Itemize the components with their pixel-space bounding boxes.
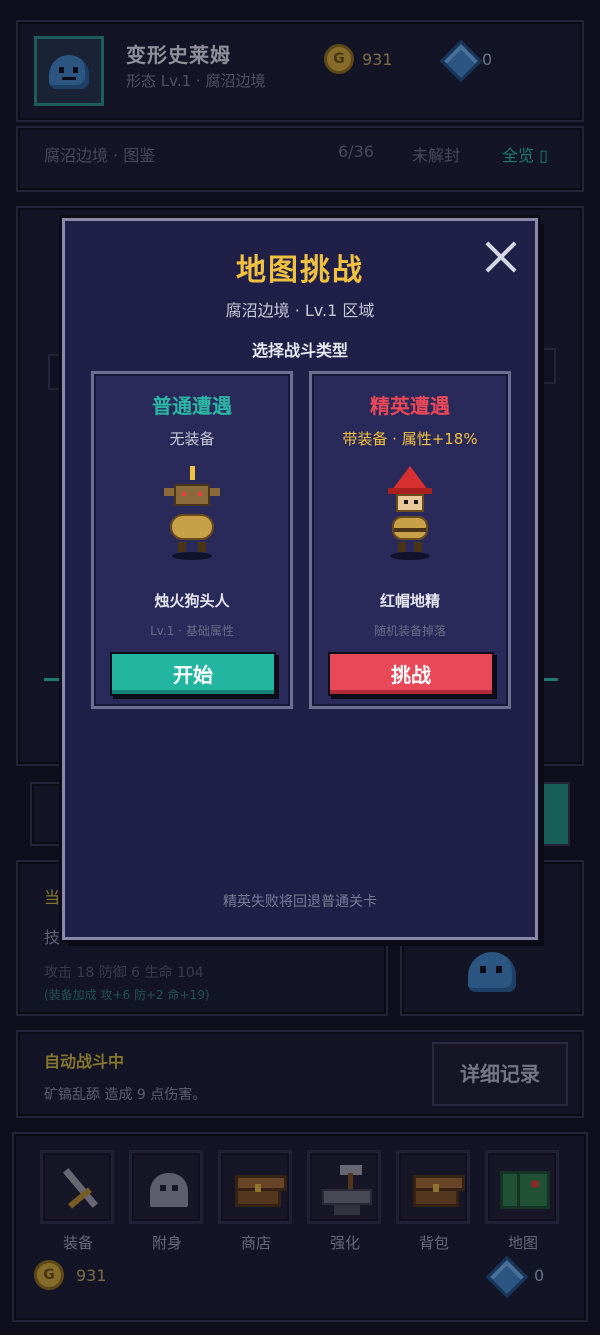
map-challenge-dialog: 地图挑战 腐沼边境 · Lv.1 区域 选择战斗类型 普通遭遇 无装备 烛火狗头… xyxy=(62,218,538,940)
dialog-title: 地图挑战 xyxy=(236,253,364,288)
challenge-button[interactable]: 挑战 xyxy=(328,652,494,696)
card-title: 精英遭遇 xyxy=(370,394,450,418)
elite-encounter-card[interactable]: 精英遭遇 带装备 · 属性+18% 红帽地精 随机装备掉落 挑战 xyxy=(309,371,511,709)
card-tag: 带装备 · 属性+18% xyxy=(342,430,478,448)
start-button[interactable]: 开始 xyxy=(110,652,276,696)
kobold-icon xyxy=(160,466,224,562)
dialog-footer-note: 精英失败将回退普通关卡 xyxy=(223,894,377,910)
dialog-subtitle: 腐沼边境 · Lv.1 区域 xyxy=(225,301,375,320)
normal-encounter-card[interactable]: 普通遭遇 无装备 烛火狗头人 Lv.1 · 基础属性 开始 xyxy=(91,371,293,709)
goblin-icon xyxy=(378,466,442,562)
monster-name: 烛火狗头人 xyxy=(154,592,230,610)
card-title: 普通遭遇 xyxy=(152,394,232,418)
monster-desc: Lv.1 · 基础属性 xyxy=(150,624,234,638)
battle-type-prompt: 选择战斗类型 xyxy=(251,341,348,360)
card-tag: 无装备 xyxy=(169,430,215,448)
close-icon[interactable] xyxy=(481,237,521,277)
monster-desc: 随机装备掉落 xyxy=(373,624,446,638)
monster-name: 红帽地精 xyxy=(379,592,440,610)
